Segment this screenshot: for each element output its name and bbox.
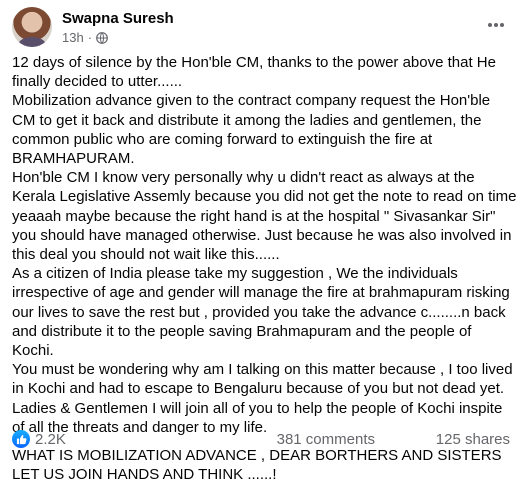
post-body: 12 days of silence by the Hon'ble CM, th…: [12, 53, 517, 484]
thumbs-up-icon[interactable]: [12, 430, 30, 448]
post-paragraph: Mobilization advance given to the contra…: [12, 92, 491, 168]
comments-count[interactable]: 381 comments: [277, 431, 375, 449]
post-paragraph: 12 days of silence by the Hon'ble CM, th…: [12, 54, 496, 91]
post-paragraph: Hon'ble CM I know very personally why u …: [12, 169, 517, 264]
more-options-icon: [487, 15, 505, 33]
post-header: Swapna Suresh 13h ·: [12, 6, 510, 47]
author-name[interactable]: Swapna Suresh: [62, 10, 174, 28]
avatar[interactable]: [12, 7, 52, 47]
globe-icon[interactable]: [96, 32, 108, 44]
post-meta: 13h ·: [62, 30, 108, 46]
shares-count[interactable]: 125 shares: [436, 431, 510, 449]
post-footer: 2.2K 381 comments 125 shares: [12, 430, 510, 450]
more-options-button[interactable]: [482, 10, 510, 38]
meta-separator: ·: [87, 30, 93, 45]
post-paragraph: As a citizen of India please take my sug…: [12, 265, 510, 360]
post-paragraph: You must be wondering why am I talking o…: [12, 361, 513, 398]
post-paragraph: WHAT IS MOBILIZATION ADVANCE , DEAR BORT…: [12, 447, 502, 484]
post-timestamp[interactable]: 13h: [62, 30, 84, 46]
facebook-post: Swapna Suresh 13h · 12 days of silence b…: [0, 0, 522, 483]
reaction-count[interactable]: 2.2K: [35, 431, 66, 449]
